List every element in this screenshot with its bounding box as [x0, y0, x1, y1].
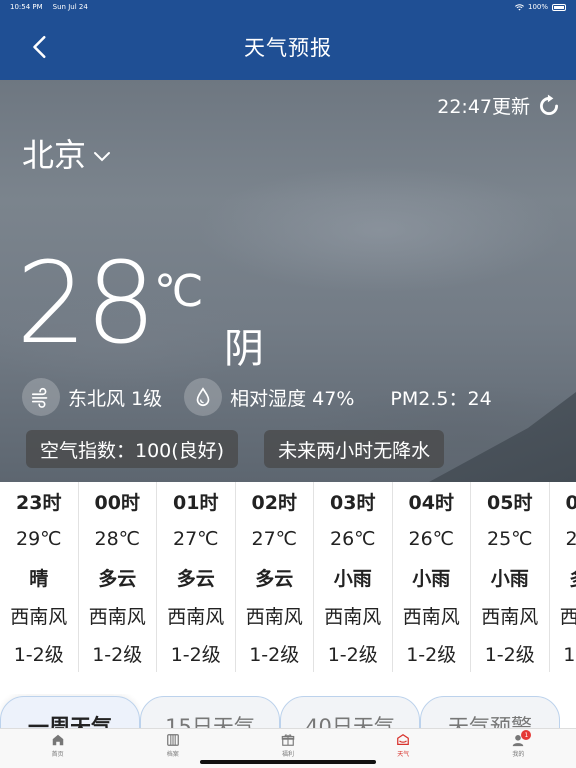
hour-wind-level: 1-2级 [13, 643, 64, 666]
hour-column: 23时 29℃ 晴 西南风 1-2级 [0, 482, 79, 672]
tab-profile[interactable]: 1 我的 [461, 729, 576, 768]
tab-label: 我的 [512, 751, 525, 758]
hour-column: 05时 25℃ 小雨 西南风 1-2级 [471, 482, 550, 672]
hour-weather: 晴 [29, 567, 49, 590]
hour-label: 04时 [408, 491, 454, 514]
status-bar: 10:54 PM Sun Jul 24 100% [0, 0, 576, 14]
gift-icon [281, 734, 295, 746]
update-info: 22:47更新 [437, 92, 562, 119]
hour-wind-level: 1-2级 [327, 643, 378, 666]
current-temperature: 28 [16, 239, 157, 369]
hour-weather: 多云 [176, 567, 215, 590]
home-indicator [200, 760, 376, 764]
status-time: 10:54 PM [10, 3, 43, 11]
hour-temp: 25℃ [565, 528, 576, 550]
tab-label: 档案 [166, 751, 179, 758]
archive-icon [166, 734, 179, 746]
hour-temp: 27℃ [172, 528, 219, 550]
hour-temp: 28℃ [94, 528, 140, 550]
battery-percent: 100% [527, 3, 548, 11]
pm25-metric: PM2.5：24 [390, 384, 491, 411]
air-quality-badge[interactable]: 空气指数：100(良好) [26, 430, 239, 468]
weather-icon [397, 734, 410, 745]
hour-wind-level: 1-2级 [563, 643, 576, 666]
hour-wind-direction: 西南风 [88, 605, 146, 628]
hour-label: 03时 [330, 491, 376, 514]
wifi-icon [515, 3, 524, 10]
tab-label: 福利 [282, 751, 295, 758]
hour-column: 02时 27℃ 多云 西南风 1-2级 [236, 482, 314, 672]
weather-metrics: 东北风 1级 相对湿度 47% PM2.5：24 [22, 378, 514, 416]
tab-label: 天气 [397, 751, 410, 758]
hour-weather: 小雨 [333, 567, 372, 590]
chevron-down-icon [94, 152, 111, 162]
hour-wind-direction: 西南风 [10, 605, 68, 628]
notification-badge: 1 [521, 730, 532, 740]
hour-wind-level: 1-2级 [484, 643, 535, 666]
humidity-text: 相对湿度 47% [230, 387, 355, 410]
tab-label: 首页 [51, 751, 64, 758]
weather-hero: 22:47更新 北京 28 ℃ 阴 东北风 1级 相对湿度 47% PM2.5：… [0, 80, 576, 482]
city-selector[interactable]: 北京 [22, 130, 112, 176]
hour-column: 00时 28℃ 多云 西南风 1-2级 [79, 482, 157, 672]
hour-column: 01时 27℃ 多云 西南风 1-2级 [157, 482, 236, 672]
hour-wind-level: 1-2级 [170, 643, 221, 666]
hour-wind-direction: 西南风 [167, 605, 225, 628]
hour-label: 01时 [173, 491, 219, 514]
refresh-icon[interactable] [536, 93, 562, 119]
hour-weather: 小雨 [490, 567, 529, 590]
hour-temp: 25℃ [486, 528, 533, 550]
rain-forecast-badge[interactable]: 未来两小时无降水 [264, 430, 445, 468]
city-name: 北京 [22, 136, 87, 174]
nav-bar: 天气预报 [0, 14, 576, 80]
hour-label: 06时 [565, 491, 576, 514]
hour-label: 23时 [16, 491, 62, 514]
home-icon [52, 734, 63, 746]
hourly-forecast[interactable]: 23时 29℃ 晴 西南风 1-2级 00时 28℃ 多云 西南风 1-2级 0… [0, 482, 576, 672]
hour-wind-direction: 西南风 [324, 605, 382, 628]
hour-temp: 29℃ [15, 528, 62, 550]
info-pills: 空气指数：100(良好) 未来两小时无降水 [26, 430, 445, 468]
hour-wind-direction: 西南风 [481, 605, 539, 628]
humidity-metric: 相对湿度 47% [184, 378, 354, 416]
water-drop-icon [184, 378, 223, 416]
hour-weather: 多云 [255, 567, 294, 590]
hour-weather: 多云 [569, 558, 576, 596]
hour-weather: 小雨 [412, 567, 451, 590]
wind-icon [22, 378, 60, 416]
wind-text: 东北风 1级 [68, 387, 163, 410]
hour-wind-direction: 西南风 [245, 605, 303, 628]
hour-temp: 26℃ [408, 528, 454, 550]
pm25-text: PM2.5：24 [390, 387, 492, 410]
update-time: 22:47更新 [437, 96, 530, 118]
battery-icon [552, 3, 566, 11]
hour-wind-level: 1-2级 [249, 643, 300, 666]
hour-wind-level: 1-2级 [406, 643, 457, 666]
hour-column: 03时 26℃ 小雨 西南风 1-2级 [314, 482, 393, 672]
hour-wind-level: 1-2级 [92, 643, 143, 666]
hour-column: 04时 26℃ 小雨 西南风 1-2级 [393, 482, 471, 672]
page-title: 天气预报 [244, 36, 332, 60]
current-condition: 阴 [224, 326, 264, 372]
hour-label: 02时 [251, 491, 297, 514]
hour-label: 05时 [487, 491, 533, 514]
hour-temp: 27℃ [251, 528, 297, 550]
wind-metric: 东北风 1级 [22, 378, 162, 416]
hour-wind-direction: 西南风 [402, 605, 460, 628]
hour-wind-direction: 西南风 [559, 605, 576, 628]
back-arrow-icon[interactable] [28, 34, 54, 60]
hour-label: 00时 [94, 491, 140, 514]
hour-column: 06时 25℃ 多云 西南风 1-2级 [550, 482, 576, 672]
tab-home[interactable]: 首页 [0, 729, 115, 768]
hour-temp: 26℃ [329, 528, 376, 550]
status-date: Sun Jul 24 [52, 3, 88, 11]
hour-weather: 多云 [98, 567, 137, 590]
temperature-unit: ℃ [154, 266, 204, 317]
